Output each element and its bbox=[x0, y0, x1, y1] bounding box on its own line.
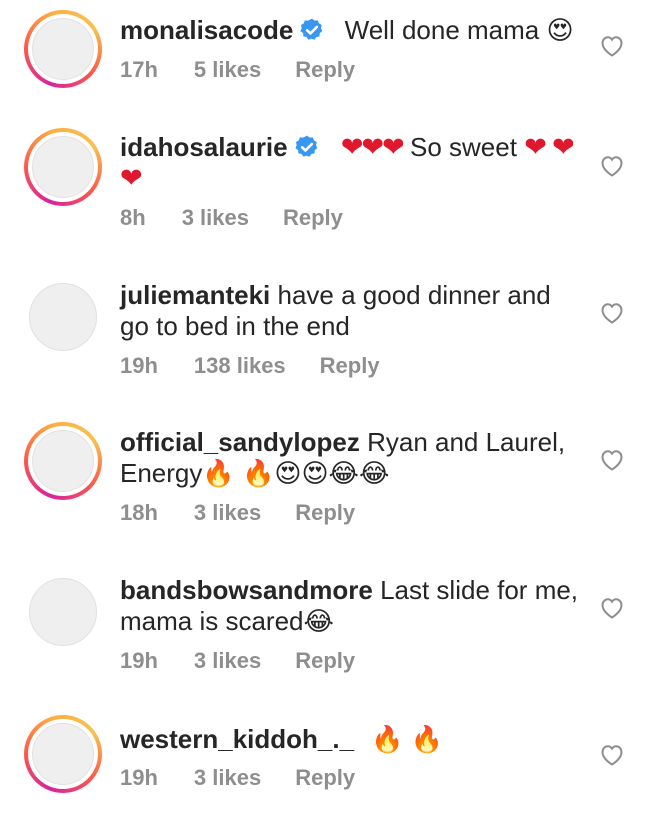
comment-likes[interactable]: 3 likes bbox=[194, 500, 261, 525]
avatar[interactable] bbox=[29, 578, 97, 646]
avatar[interactable] bbox=[29, 283, 97, 351]
like-button[interactable] bbox=[600, 155, 624, 177]
comment-time: 19h bbox=[120, 648, 158, 673]
reply-button[interactable]: Reply bbox=[295, 57, 355, 82]
comment-time: 19h bbox=[120, 765, 158, 790]
heart-outline-icon bbox=[601, 303, 623, 324]
avatar[interactable] bbox=[24, 10, 102, 88]
comment-likes[interactable]: 3 likes bbox=[194, 648, 261, 673]
comment-meta: 19h 3 likes Reply bbox=[120, 765, 389, 791]
avatar[interactable] bbox=[24, 128, 102, 206]
heart-outline-icon bbox=[601, 450, 623, 471]
comment-time: 19h bbox=[120, 353, 158, 378]
heart-outline-icon bbox=[601, 156, 623, 177]
comment-body: western_kiddoh_._ 🔥 🔥 bbox=[120, 724, 585, 755]
comment-body: juliemanteki have a good dinner and go t… bbox=[120, 280, 585, 342]
comment-username[interactable]: monalisacode bbox=[120, 15, 293, 45]
reply-button[interactable]: Reply bbox=[295, 500, 355, 525]
comment-likes[interactable]: 138 likes bbox=[194, 353, 286, 378]
comment-time: 8h bbox=[120, 205, 146, 230]
comment-meta: 19h 3 likes Reply bbox=[120, 648, 389, 674]
comment-likes[interactable]: 3 likes bbox=[182, 205, 249, 230]
comment-meta: 18h 3 likes Reply bbox=[120, 500, 389, 526]
comment-text: Well done mama 😍 bbox=[344, 15, 574, 45]
comment-username[interactable]: western_kiddoh_._ bbox=[120, 724, 354, 754]
reply-button[interactable]: Reply bbox=[283, 205, 343, 230]
comment-time: 17h bbox=[120, 57, 158, 82]
comment-username[interactable]: bandsbowsandmore bbox=[120, 575, 373, 605]
comment-username[interactable]: juliemanteki bbox=[120, 280, 270, 310]
heart-outline-icon bbox=[601, 36, 623, 57]
comment-meta: 17h 5 likes Reply bbox=[120, 57, 389, 83]
comment-body: official_sandylopez Ryan and Laurel, Ene… bbox=[120, 427, 585, 489]
reply-button[interactable]: Reply bbox=[320, 353, 380, 378]
heart-outline-icon bbox=[601, 745, 623, 766]
like-button[interactable] bbox=[600, 449, 624, 471]
reply-button[interactable]: Reply bbox=[295, 648, 355, 673]
heart-outline-icon bbox=[601, 598, 623, 619]
comment-likes[interactable]: 5 likes bbox=[194, 57, 261, 82]
comment-time: 18h bbox=[120, 500, 158, 525]
avatar[interactable] bbox=[24, 715, 102, 793]
comment-meta: 19h 138 likes Reply bbox=[120, 353, 414, 379]
comment-body: idahosalaurie ❤❤❤ So sweet ❤ ❤❤ bbox=[120, 132, 575, 194]
verified-badge-icon bbox=[300, 18, 323, 40]
like-button[interactable] bbox=[600, 597, 624, 619]
like-button[interactable] bbox=[600, 35, 624, 57]
comment-username[interactable]: official_sandylopez bbox=[120, 427, 360, 457]
comment-likes[interactable]: 3 likes bbox=[194, 765, 261, 790]
verified-badge-icon bbox=[295, 135, 317, 157]
comment-body: monalisacode Well done mama 😍 bbox=[120, 15, 585, 46]
comment-text: 🔥 🔥 bbox=[371, 724, 444, 754]
comment-meta: 8h 3 likes Reply bbox=[120, 205, 377, 231]
like-button[interactable] bbox=[600, 302, 624, 324]
reply-button[interactable]: Reply bbox=[295, 765, 355, 790]
comment-body: bandsbowsandmore Last slide for me, mama… bbox=[120, 575, 585, 637]
avatar[interactable] bbox=[24, 422, 102, 500]
comment-username[interactable]: idahosalaurie bbox=[120, 132, 288, 162]
like-button[interactable] bbox=[600, 744, 624, 766]
